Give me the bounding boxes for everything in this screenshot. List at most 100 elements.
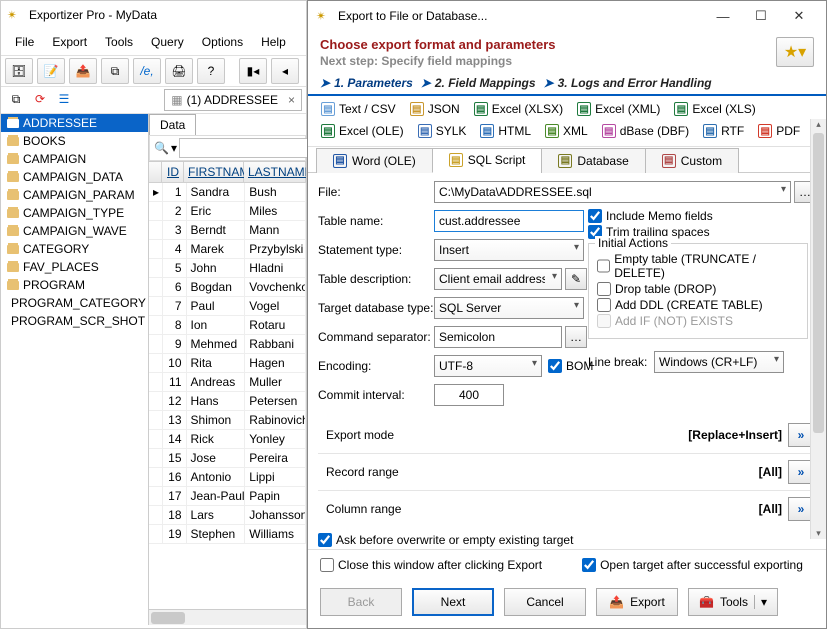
table-row[interactable]: 12HansPetersen (149, 392, 306, 411)
menu-help[interactable]: Help (253, 31, 294, 53)
format-excel-xml-[interactable]: ▤Excel (XML) (572, 98, 669, 120)
export-button[interactable]: 📤Export (596, 588, 678, 616)
tab-sql-script[interactable]: ▤SQL Script (432, 148, 543, 173)
table-row[interactable]: 16AntonioLippi (149, 468, 306, 487)
menu-file[interactable]: File (7, 31, 42, 53)
format-rtf[interactable]: ▤RTF (698, 120, 753, 142)
target-db-select[interactable] (434, 297, 584, 319)
format-pdf[interactable]: ▤PDF (753, 120, 809, 142)
commit-input[interactable] (434, 384, 504, 406)
tree-item-addressee[interactable]: ADDRESSEE (1, 114, 148, 132)
open-tab-label[interactable]: (1) ADDRESSEE (187, 93, 278, 107)
toolbar-prev-icon[interactable]: ◂ (271, 58, 299, 84)
format-dbase-dbf-[interactable]: ▤dBase (DBF) (597, 120, 698, 142)
drop-table-checkbox[interactable] (597, 282, 611, 296)
col-id[interactable]: ID (162, 162, 184, 183)
close-icon[interactable]: ✕ (780, 4, 818, 28)
filter-icon[interactable]: 🔍 (154, 138, 169, 158)
tree-item-campaign_param[interactable]: CAMPAIGN_PARAM (1, 186, 148, 204)
table-row[interactable]: 13ShimonRabinovich (149, 411, 306, 430)
stmt-type-select[interactable] (434, 239, 584, 261)
step-field-mappings[interactable]: ➤2. Field Mappings (421, 76, 536, 90)
tree-item-fav_places[interactable]: FAV_PLACES (1, 258, 148, 276)
format-json[interactable]: ▤JSON (405, 98, 469, 120)
refresh-icon[interactable]: ⟳ (29, 89, 51, 109)
col-lastname[interactable]: LASTNAME (244, 162, 306, 183)
tab-custom[interactable]: ▤Custom (645, 148, 739, 173)
memo-checkbox[interactable] (588, 209, 602, 223)
table-row[interactable]: 3BerndtMann (149, 221, 306, 240)
table-row[interactable]: 10RitaHagen (149, 354, 306, 373)
maximize-icon[interactable]: ☐ (742, 4, 780, 28)
table-row[interactable]: 19StephenWilliams (149, 525, 306, 544)
cancel-button[interactable]: Cancel (504, 588, 586, 616)
object-tree[interactable]: ADDRESSEEBOOKSCAMPAIGNCAMPAIGN_DATACAMPA… (1, 114, 149, 625)
tree-item-books[interactable]: BOOKS (1, 132, 148, 150)
bom-checkbox[interactable] (548, 359, 562, 373)
tab-word-ole-[interactable]: ▤Word (OLE) (316, 148, 433, 173)
close-after-checkbox[interactable] (320, 558, 334, 572)
format-text-csv[interactable]: ▤Text / CSV (316, 98, 405, 120)
ask-overwrite-checkbox[interactable] (318, 533, 332, 547)
toolbar-help-icon[interactable]: ? (197, 58, 225, 84)
scroll-thumb[interactable] (813, 133, 824, 433)
toolbar-exportizer-icon[interactable]: /e, (133, 58, 161, 84)
toolbar-print-icon[interactable]: 🖨 (165, 58, 193, 84)
tree-item-campaign[interactable]: CAMPAIGN (1, 150, 148, 168)
copy-icon[interactable]: ⧉ (5, 89, 27, 109)
table-row[interactable]: 11AndreasMuller (149, 373, 306, 392)
add-ddl-checkbox[interactable] (597, 298, 611, 312)
close-tab-icon[interactable]: × (288, 93, 295, 107)
minimize-icon[interactable]: — (704, 4, 742, 28)
step-logs[interactable]: ➤3. Logs and Error Handling (544, 76, 712, 90)
toolbar-open-icon[interactable]: 🗄 (5, 58, 33, 84)
cmd-sep-button[interactable]: … (565, 326, 587, 348)
table-name-input[interactable] (434, 210, 584, 232)
dropdown-icon[interactable]: ▾ (171, 138, 177, 158)
open-target-checkbox[interactable] (582, 558, 596, 572)
table-row[interactable]: 6BogdanVovchenko (149, 278, 306, 297)
tree-item-program_category[interactable]: PROGRAM_CATEGORY (1, 294, 148, 312)
data-grid[interactable]: ID FIRSTNAME LASTNAME ▸1SandraBush2EricM… (149, 161, 306, 609)
toolbar-copy-icon[interactable]: ⧉ (101, 58, 129, 84)
menu-tools[interactable]: Tools (97, 31, 141, 53)
table-row[interactable]: 18LarsJohansson (149, 506, 306, 525)
encoding-select[interactable] (434, 355, 542, 377)
step-parameters[interactable]: ➤1. Parameters (320, 76, 413, 90)
format-excel-xlsx-[interactable]: ▤Excel (XLSX) (469, 98, 572, 120)
format-excel-ole-[interactable]: ▤Excel (OLE) (316, 120, 413, 142)
tree-item-program[interactable]: PROGRAM (1, 276, 148, 294)
next-button[interactable]: Next (412, 588, 494, 616)
tree-item-program_scr_shot[interactable]: PROGRAM_SCR_SHOT (1, 312, 148, 330)
tree-item-campaign_type[interactable]: CAMPAIGN_TYPE (1, 204, 148, 222)
table-row[interactable]: 15JosePereira (149, 449, 306, 468)
table-row[interactable]: 8IonRotaru (149, 316, 306, 335)
format-sylk[interactable]: ▤SYLK (413, 120, 476, 142)
table-desc-edit-button[interactable]: ✎ (565, 268, 587, 290)
cmd-sep-input[interactable] (434, 326, 562, 348)
format-html[interactable]: ▤HTML (475, 120, 540, 142)
vertical-scrollbar[interactable] (810, 119, 826, 539)
table-row[interactable]: 14RickYonley (149, 430, 306, 449)
tree-item-campaign_wave[interactable]: CAMPAIGN_WAVE (1, 222, 148, 240)
toolbar-export-icon[interactable]: 📤 (69, 58, 97, 84)
table-row[interactable]: 7PaulVogel (149, 297, 306, 316)
tree-item-category[interactable]: CATEGORY (1, 240, 148, 258)
format-xml[interactable]: ▤XML (540, 120, 597, 142)
table-row[interactable]: ▸1SandraBush (149, 183, 306, 202)
format-excel-xls-[interactable]: ▤Excel (XLS) (669, 98, 764, 120)
tools-button[interactable]: 🧰Tools▾ (688, 588, 778, 616)
line-break-select[interactable] (654, 351, 784, 373)
toolbar-first-icon[interactable]: ▮◂ (239, 58, 267, 84)
data-tab[interactable]: Data (149, 114, 196, 135)
tree-item-campaign_data[interactable]: CAMPAIGN_DATA (1, 168, 148, 186)
table-row[interactable]: 5JohnHladni (149, 259, 306, 278)
table-row[interactable]: 9MehmedRabbani (149, 335, 306, 354)
tab-database[interactable]: ▤Database (541, 148, 645, 173)
horizontal-scrollbar[interactable] (149, 609, 306, 625)
file-input[interactable] (434, 181, 791, 203)
table-row[interactable]: 17Jean-PaulPapin (149, 487, 306, 506)
menu-options[interactable]: Options (194, 31, 251, 53)
equals-icon[interactable]: ☰ (53, 89, 75, 109)
table-row[interactable]: 2EricMiles (149, 202, 306, 221)
